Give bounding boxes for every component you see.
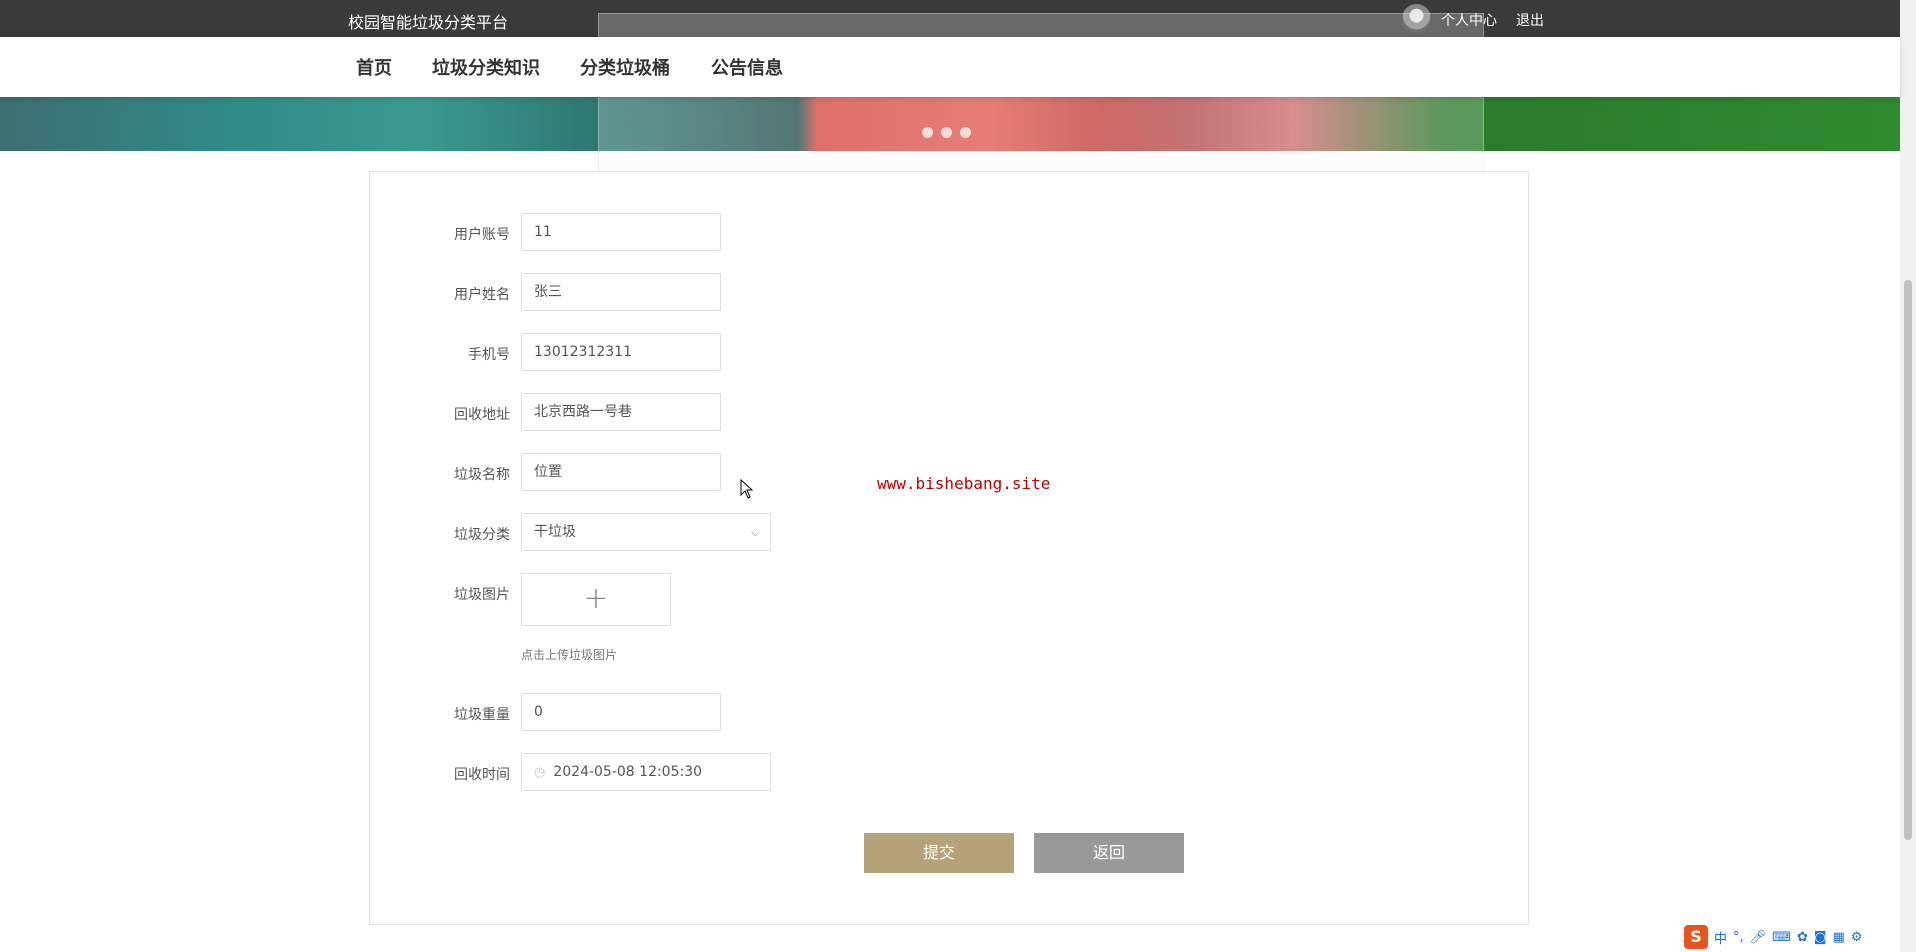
garbage-category-label: 垃圾分类	[454, 527, 510, 543]
address-label: 回收地址	[454, 407, 510, 423]
submit-button[interactable]: 提交	[864, 833, 1014, 873]
garbage-image-label: 垃圾图片	[454, 587, 510, 603]
nav-garbage-knowledge[interactable]: 垃圾分类知识	[432, 54, 540, 80]
garbage-category-value: 干垃圾	[534, 524, 576, 540]
garbage-name-input[interactable]: 位置	[521, 453, 721, 491]
ime-toolbar[interactable]: S 中 °, 🎤︎ ⌨ ✿ ◙ ▦ ⚙	[1684, 924, 1862, 950]
garbage-weight-input[interactable]: 0	[521, 693, 721, 731]
recycle-time-label: 回收时间	[454, 767, 510, 783]
image-upload-button[interactable]: +	[521, 573, 671, 626]
main-nav: 首页 垃圾分类知识 分类垃圾桶 公告信息	[0, 37, 1900, 97]
address-input[interactable]: 北京西路一号巷	[521, 393, 721, 431]
name-input[interactable]: 张三	[521, 273, 721, 311]
scrollbar-thumb[interactable]	[1904, 280, 1912, 840]
nav-announcements[interactable]: 公告信息	[711, 54, 783, 80]
phone-input[interactable]: 13012312311	[521, 333, 721, 371]
clock-icon: ◷	[534, 765, 546, 780]
garbage-category-select[interactable]: 干垃圾 ⌵	[521, 513, 771, 551]
recycle-time-value: 2024-05-08 12:05:30	[553, 764, 703, 780]
ime-mode[interactable]: 中	[1714, 928, 1727, 947]
upload-hint: 点击上传垃圾图片	[521, 648, 618, 662]
watermark-text: www.bishebang.site	[877, 474, 1051, 493]
nav-garbage-bins[interactable]: 分类垃圾桶	[580, 54, 670, 80]
chevron-down-icon: ⌵	[750, 525, 760, 539]
keyboard-icon[interactable]: ⌨	[1772, 930, 1791, 945]
recycle-time-picker[interactable]: ◷ 2024-05-08 12:05:30	[521, 753, 771, 791]
garbage-recycle-form: 用户账号 11 用户姓名 张三 手机号 13012312311 回收地址 北京西…	[369, 171, 1529, 925]
nav-home[interactable]: 首页	[356, 54, 392, 80]
plus-icon: +	[583, 581, 609, 616]
account-label: 用户账号	[454, 227, 510, 243]
site-title: 校园智能垃圾分类平台	[348, 13, 509, 32]
gamepad-icon[interactable]: ◙	[1814, 930, 1827, 945]
microphone-icon[interactable]: 🎤︎	[1750, 930, 1767, 945]
skin-icon[interactable]: ✿	[1797, 930, 1808, 945]
garbage-weight-label: 垃圾重量	[454, 707, 510, 723]
toolbox-icon[interactable]: ▦	[1832, 930, 1844, 945]
page-scrollbar[interactable]	[1900, 0, 1916, 952]
settings-icon[interactable]: ⚙	[1851, 930, 1863, 945]
garbage-name-label: 垃圾名称	[454, 467, 510, 483]
ime-logo-icon[interactable]: S	[1684, 925, 1708, 949]
account-input[interactable]: 11	[521, 213, 721, 251]
name-label: 用户姓名	[454, 287, 510, 303]
logout-link[interactable]: 退出	[1516, 10, 1544, 30]
punctuation-icon[interactable]: °,	[1733, 930, 1744, 945]
cursor-icon	[740, 479, 754, 499]
back-button[interactable]: 返回	[1034, 833, 1184, 873]
phone-label: 手机号	[468, 347, 510, 363]
